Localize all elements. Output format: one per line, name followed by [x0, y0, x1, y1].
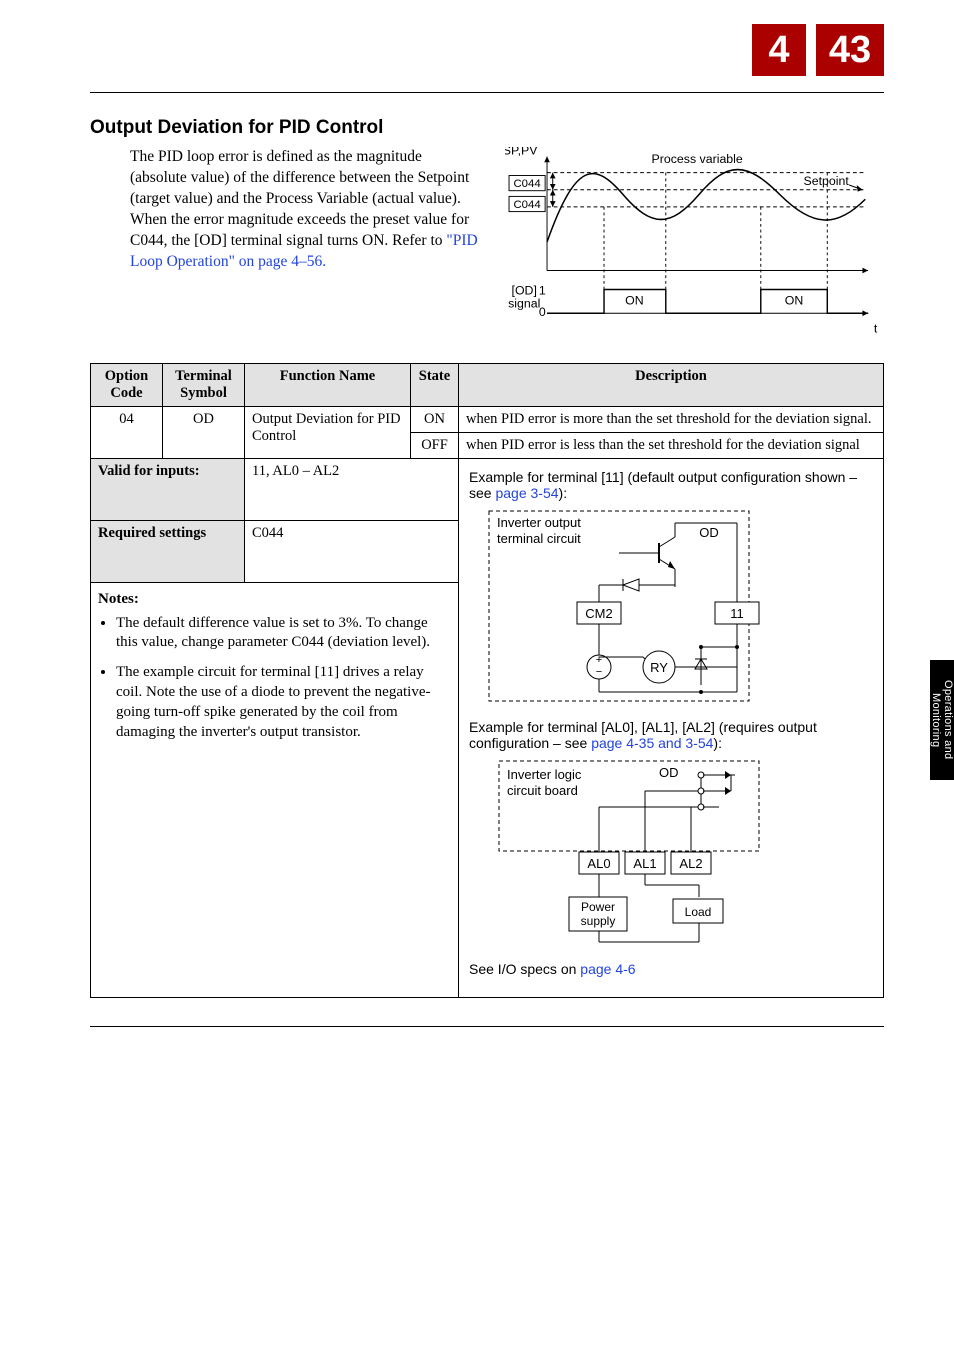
- diag1-zero: 0: [539, 305, 546, 319]
- note-1: The default difference value is set to 3…: [116, 614, 451, 654]
- bottom-rule: [90, 1026, 884, 1027]
- top-rule: [90, 92, 884, 93]
- iospecs-text: See I/O specs on: [469, 961, 580, 977]
- example2-text-b: ):: [713, 735, 722, 751]
- diag1-setpoint-label: Setpoint: [804, 174, 850, 188]
- diag1-one: 1: [539, 283, 546, 297]
- c1-cm2: CM2: [585, 606, 612, 621]
- diag1-c044-bot: C044: [514, 199, 541, 211]
- c2-power-line2: supply: [581, 914, 616, 928]
- notes-title: Notes:: [98, 591, 451, 608]
- note-2: The example circuit for terminal [11] dr…: [116, 663, 451, 742]
- c1-inverter-line2: terminal circuit: [497, 531, 581, 546]
- xref-page-4-35-3-54[interactable]: page 4-35 and 3-54: [591, 735, 713, 751]
- diag1-y-label: SP,PV: [505, 147, 538, 158]
- th-terminal-symbol: Terminal Symbol: [163, 364, 245, 407]
- c1-od: OD: [699, 525, 719, 540]
- cell-required-label: Required settings: [91, 520, 245, 582]
- th-description: Description: [459, 364, 884, 407]
- c1-11: 11: [730, 606, 744, 621]
- circuit-diagram-1: Inverter output terminal circuit OD: [469, 507, 809, 707]
- cell-function-name: Output Deviation for PID Control: [245, 407, 411, 459]
- page-number: 43: [816, 24, 884, 76]
- diag1-t: t: [874, 321, 878, 335]
- c2-inverter-line2: circuit board: [507, 783, 578, 798]
- cell-option-code: 04: [91, 407, 163, 459]
- circuit-diagram-2: Inverter logic circuit board OD: [469, 757, 779, 947]
- cell-notes: Notes: The default difference value is s…: [91, 582, 459, 997]
- xref-page-3-54[interactable]: page 3-54: [495, 485, 558, 501]
- cell-valid-value: 11, AL0 – AL2: [245, 459, 459, 521]
- section-body-text: The PID loop error is defined as the mag…: [130, 148, 469, 249]
- diag1-od: [OD]: [512, 283, 537, 297]
- c2-od: OD: [659, 765, 679, 780]
- chapter-number: 4: [752, 24, 806, 76]
- page-header: 4 43: [90, 24, 884, 86]
- c1-ry: RY: [650, 660, 668, 675]
- cell-desc-off: when PID error is less than the set thre…: [459, 433, 884, 459]
- xref-page-4-6[interactable]: page 4-6: [580, 961, 635, 977]
- c2-al1: AL1: [633, 856, 656, 871]
- pid-timing-diagram: SP,PV Process variable Setpoint C044 C04…: [505, 147, 884, 337]
- diag1-signal: signal: [509, 297, 541, 311]
- cell-valid-label: Valid for inputs:: [91, 459, 245, 521]
- cell-terminal-symbol: OD: [163, 407, 245, 459]
- c1-plus: +: [596, 654, 602, 666]
- section-body: The PID loop error is defined as the mag…: [130, 147, 479, 273]
- function-table: Option Code Terminal Symbol Function Nam…: [90, 363, 884, 998]
- diag1-pv-label: Process variable: [652, 152, 743, 166]
- diag1-on1: ON: [626, 294, 645, 308]
- cell-desc-on: when PID error is more than the set thre…: [459, 407, 884, 433]
- cell-examples: Example for terminal [11] (default outpu…: [459, 459, 884, 998]
- c2-al0: AL0: [587, 856, 610, 871]
- page-number-block: 4 43: [752, 24, 884, 76]
- cell-state-on: ON: [411, 407, 459, 433]
- c2-inverter-line1: Inverter logic: [507, 767, 582, 782]
- c1-minus: −: [596, 666, 602, 678]
- cell-required-value: C044: [245, 520, 459, 582]
- side-tab: Operations and Monitoring: [930, 660, 954, 780]
- diag1-on2: ON: [785, 294, 804, 308]
- c2-power-line1: Power: [581, 900, 615, 914]
- c1-inverter-line1: Inverter output: [497, 515, 581, 530]
- th-option-code: Option Code: [91, 364, 163, 407]
- c2-al2: AL2: [679, 856, 702, 871]
- cell-state-off: OFF: [411, 433, 459, 459]
- example1-text-b: ):: [559, 485, 568, 501]
- th-state: State: [411, 364, 459, 407]
- example2-label: Example for terminal [AL0], [AL1], [AL2]…: [469, 719, 873, 751]
- c2-load: Load: [685, 905, 712, 919]
- diag1-c044-top: C044: [514, 178, 541, 190]
- iospecs-label: See I/O specs on page 4-6: [469, 961, 873, 977]
- section-title: Output Deviation for PID Control: [90, 117, 884, 139]
- th-function-name: Function Name: [245, 364, 411, 407]
- example1-label: Example for terminal [11] (default outpu…: [469, 469, 873, 501]
